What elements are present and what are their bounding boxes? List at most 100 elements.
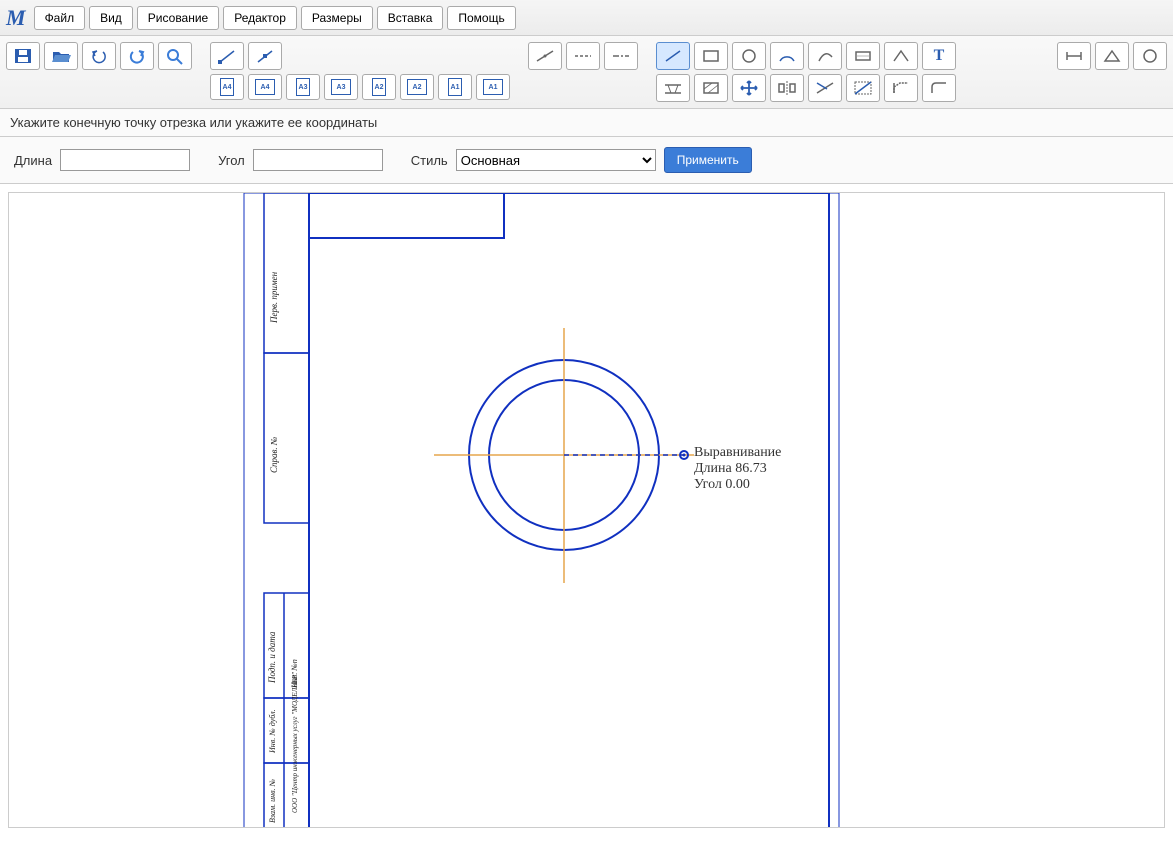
canvas[interactable]: Перв. примен Справ. № Подп. и дата Инв. … [8,192,1165,828]
menu-help[interactable]: Помощь [447,6,515,30]
params-bar: Длина Угол Стиль Основная Применить [0,137,1173,184]
menu-dimensions[interactable]: Размеры [301,6,373,30]
tool-group-linestyle [528,42,638,102]
circle-outline-icon [1139,47,1161,65]
line-dashed-icon [572,47,594,65]
paper-a3-portrait[interactable]: A3 [286,74,320,100]
paper-a2-landscape[interactable]: A2 [400,74,434,100]
apply-button[interactable]: Применить [664,147,752,173]
magnifier-icon [165,47,185,65]
paper-a3-landscape[interactable]: A3 [324,74,358,100]
paper-a4-portrait[interactable]: A4 [210,74,244,100]
tool-line[interactable] [656,42,690,70]
shape-circle[interactable] [1133,42,1167,70]
save-button[interactable] [6,42,40,70]
length-input[interactable] [60,149,190,171]
linestyle-center-button[interactable] [604,42,638,70]
snap-endpoint-button[interactable] [210,42,244,70]
fillet-icon [928,79,950,97]
tool-circle[interactable] [732,42,766,70]
menu-view[interactable]: Вид [89,6,133,30]
paper-a4-landscape[interactable]: A4 [248,74,282,100]
paper-size-row: A4 A4 A3 A3 A2 A2 A1 A1 [210,74,510,100]
redo-button[interactable] [120,42,154,70]
zoom-extents-button[interactable] [158,42,192,70]
folder-open-icon [51,47,71,65]
tool-group-draw: T [656,42,956,102]
triangle-outline-icon [1101,47,1123,65]
menu-insert[interactable]: Вставка [377,6,444,30]
extend-icon [852,79,874,97]
angle-label: Угол [218,153,245,168]
tooltip-line2: Длина 86.73 [694,461,781,477]
save-icon [13,47,33,65]
tool-ellipse-rect[interactable] [846,42,880,70]
length-label: Длина [14,153,52,168]
tool-dimension[interactable] [656,74,690,102]
titleblock-org: ООО "Центр инженерных услуг "МОДЕЛЬЕР" [291,672,299,813]
tool-move[interactable] [732,74,766,102]
tool-extend[interactable] [846,74,880,102]
style-label: Стиль [411,153,448,168]
dim-linear-icon [1063,47,1085,65]
tool-text[interactable]: T [922,42,956,70]
snap-midpoint-icon [255,47,275,65]
snap-endpoint-icon [217,47,237,65]
tooltip-line3: Угол 0.00 [694,477,781,493]
line-center-icon [610,47,632,65]
tool-rectangle[interactable] [694,42,728,70]
move-icon [738,79,760,97]
menu-file[interactable]: Файл [34,6,86,30]
dimension-icon [662,79,684,97]
titleblock-text-4: Инв. № дубл. [268,709,277,754]
style-select[interactable]: Основная [456,149,656,171]
triangle-icon [890,47,912,65]
tool-group-file [6,42,192,102]
tool-group-format: A4 A4 A3 A3 A2 A2 A1 A1 [210,42,510,102]
paper-a1-landscape[interactable]: A1 [476,74,510,100]
tool-fillet[interactable] [922,74,956,102]
hatch-icon [700,79,722,97]
status-line: Укажите конечную точку отрезка или укажи… [0,109,1173,137]
tool-trim[interactable] [808,74,842,102]
tool-arc[interactable] [808,42,842,70]
linestyle-solid-button[interactable] [528,42,562,70]
circle-icon [738,47,760,65]
undo-icon [89,47,109,65]
drawing-svg: Перв. примен Справ. № Подп. и дата Инв. … [9,193,1164,828]
shape-dim-linear[interactable] [1057,42,1091,70]
linestyle-dashed-button[interactable] [566,42,600,70]
undo-button[interactable] [82,42,116,70]
tool-group-shapes [1057,42,1167,102]
tool-chamfer[interactable] [884,74,918,102]
titleblock-text-3: Подп. и дата [267,631,277,684]
tool-hatch[interactable] [694,74,728,102]
text-icon: T [934,47,945,65]
cursor-tooltip: Выравнивание Длина 86.73 Угол 0.00 [694,445,781,493]
titleblock-text-1: Перв. примен [269,271,279,324]
paper-a1-portrait[interactable]: A1 [438,74,472,100]
chamfer-icon [890,79,912,97]
menubar: M Файл Вид Рисование Редактор Размеры Вс… [0,0,1173,36]
angle-input[interactable] [253,149,383,171]
ellipse-rect-icon [852,47,874,65]
titleblock-text-6: Инв. №п [290,659,299,689]
menu-drawing[interactable]: Рисование [137,6,219,30]
tool-mirror[interactable] [770,74,804,102]
app-logo: M [6,5,26,31]
redo-icon [127,47,147,65]
titleblock-text-2: Справ. № [269,437,279,473]
tool-arc-3pt[interactable] [770,42,804,70]
arc-icon [814,47,836,65]
rectangle-icon [700,47,722,65]
open-button[interactable] [44,42,78,70]
tool-triangle[interactable] [884,42,918,70]
tooltip-line1: Выравнивание [694,445,781,461]
snap-midpoint-button[interactable] [248,42,282,70]
shape-triangle[interactable] [1095,42,1129,70]
mirror-icon [776,79,798,97]
paper-a2-portrait[interactable]: A2 [362,74,396,100]
arc-3pt-icon [776,47,798,65]
menu-editor[interactable]: Редактор [223,6,297,30]
line-solid-icon [534,47,556,65]
